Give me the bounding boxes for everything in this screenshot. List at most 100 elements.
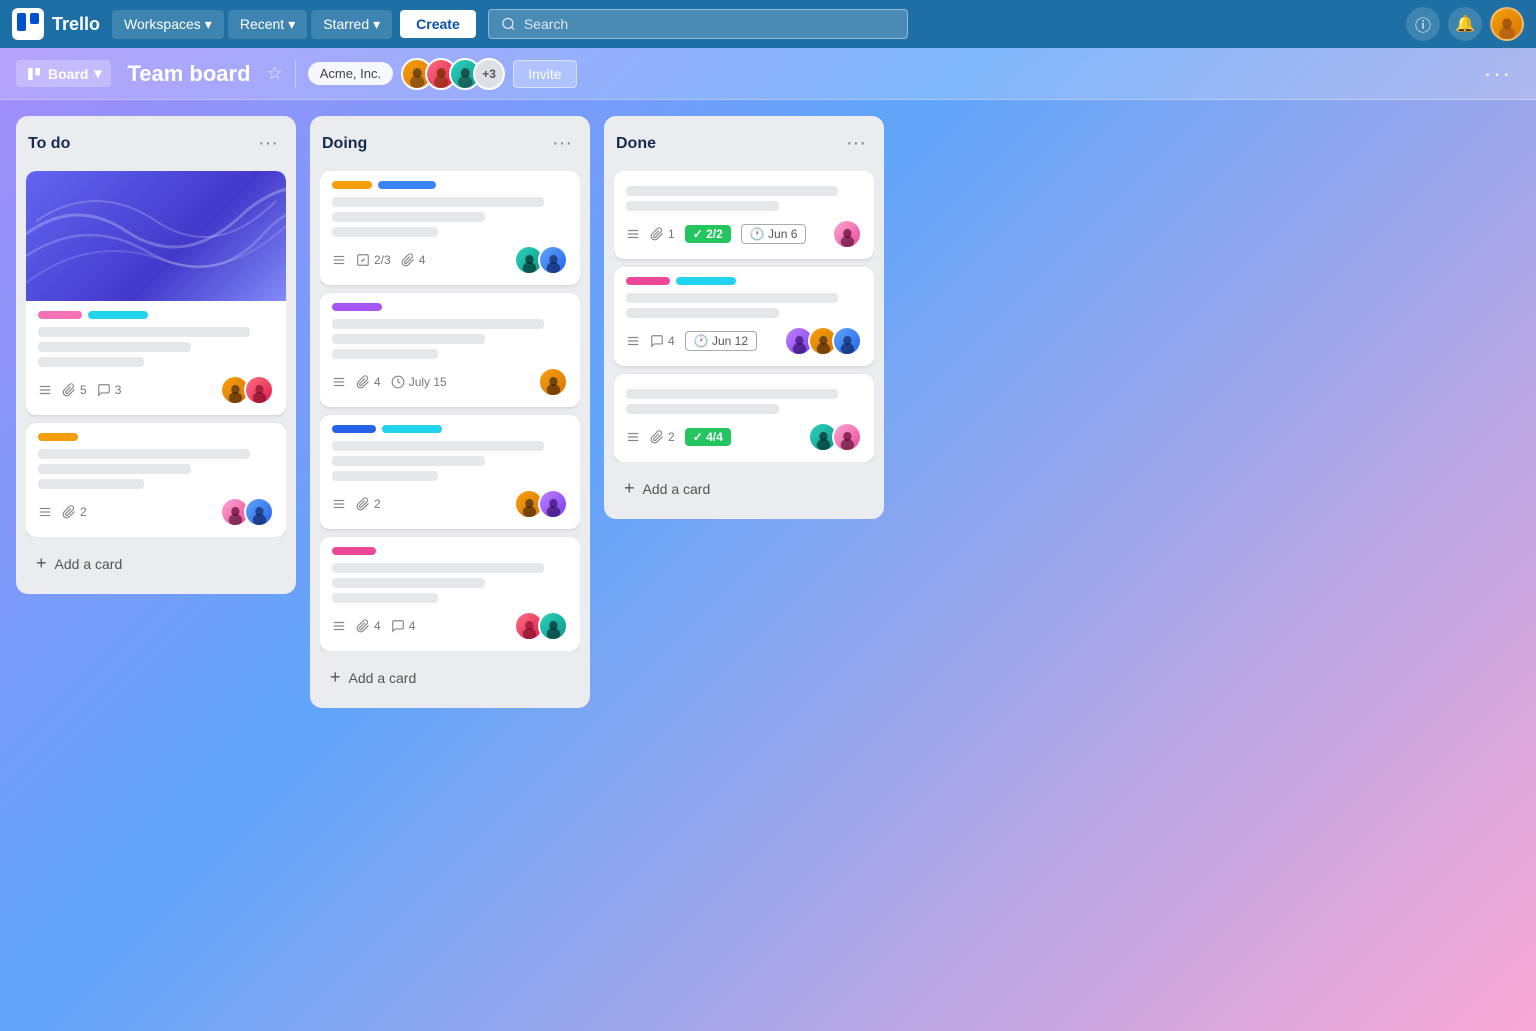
card-footer: 2 <box>38 497 274 527</box>
card-member[interactable] <box>538 367 568 397</box>
notifications-button[interactable]: 🔔 <box>1448 7 1482 41</box>
workspace-chip[interactable]: Acme, Inc. <box>308 62 393 85</box>
column-header: Doing ··· <box>320 128 580 163</box>
card-member[interactable] <box>538 489 568 519</box>
invite-button[interactable]: Invite <box>513 60 576 88</box>
user-avatar[interactable] <box>1490 7 1524 41</box>
board-view-button[interactable]: Board ▾ <box>16 60 111 87</box>
badge-green: ✓ 2/2 <box>685 225 731 243</box>
card-meta-description <box>332 619 346 633</box>
card-members <box>808 422 862 452</box>
card[interactable]: 44 <box>320 537 580 651</box>
member-avatars: +3 <box>401 58 505 90</box>
column-title: To do <box>28 135 70 153</box>
divider <box>295 60 296 88</box>
search-bar[interactable] <box>488 9 908 39</box>
topnav-right: ⓘ 🔔 <box>1406 7 1524 41</box>
column-menu-button[interactable]: ··· <box>546 130 578 157</box>
card-member[interactable] <box>538 611 568 641</box>
card-label <box>332 547 376 555</box>
add-card-button[interactable]: + Add a card <box>320 659 580 696</box>
card-labels <box>332 303 568 311</box>
card-text-line <box>38 357 144 367</box>
more-members-badge[interactable]: +3 <box>473 58 505 90</box>
card-member[interactable] <box>832 422 862 452</box>
column-header: To do ··· <box>26 128 286 163</box>
column-todo: To do ··· 53 2 + Add a card <box>16 116 296 594</box>
card-text-line <box>38 464 191 474</box>
card[interactable]: 2 <box>320 415 580 529</box>
card-meta-item: 3 <box>97 383 122 397</box>
board-icon <box>26 66 42 82</box>
column-title: Doing <box>322 135 367 153</box>
card[interactable]: 2/34 <box>320 171 580 285</box>
card-meta-description <box>626 430 640 444</box>
card-meta-item: 4 <box>391 619 416 633</box>
card-footer: 53 <box>38 375 274 405</box>
card-meta-description <box>626 227 640 241</box>
card-members <box>220 375 274 405</box>
recent-menu[interactable]: Recent ▾ <box>228 10 307 39</box>
card-text-line <box>332 334 485 344</box>
create-button[interactable]: Create <box>400 10 476 38</box>
card[interactable]: 4July 15 <box>320 293 580 407</box>
card-label <box>38 311 82 319</box>
card-text-line <box>38 449 250 459</box>
card-member[interactable] <box>538 245 568 275</box>
card-members <box>514 245 568 275</box>
card-body: 2 <box>26 423 286 537</box>
card-label <box>38 433 78 441</box>
card-meta-item: July 15 <box>391 375 447 389</box>
card-text-line <box>38 327 250 337</box>
badge-green: ✓ 4/4 <box>685 428 731 446</box>
card-member[interactable] <box>832 326 862 356</box>
card-footer: 1✓ 2/2🕐 Jun 6 <box>626 219 862 249</box>
card[interactable]: 1✓ 2/2🕐 Jun 6 <box>614 171 874 259</box>
card-footer: 4🕐 Jun 12 <box>626 326 862 356</box>
column-menu-button[interactable]: ··· <box>840 130 872 157</box>
card-label <box>88 311 148 319</box>
card-meta-item: 2 <box>62 505 87 519</box>
card-text-line <box>626 404 779 414</box>
cards-list: 53 2 <box>26 171 286 537</box>
card-text-line <box>332 349 438 359</box>
card-members <box>538 367 568 397</box>
card[interactable]: 2 <box>26 423 286 537</box>
board-more-button[interactable]: ··· <box>1476 57 1520 91</box>
card-member[interactable] <box>244 375 274 405</box>
card-body: 2/34 <box>320 171 580 285</box>
card[interactable]: 53 <box>26 171 286 415</box>
card[interactable]: 2✓ 4/4 <box>614 374 874 462</box>
cards-list: 2/344July 15244 <box>320 171 580 651</box>
card[interactable]: 4🕐 Jun 12 <box>614 267 874 366</box>
star-button[interactable]: ☆ <box>267 63 283 84</box>
column-header: Done ··· <box>614 128 874 163</box>
card-member[interactable] <box>832 219 862 249</box>
workspaces-menu[interactable]: Workspaces ▾ <box>112 10 224 39</box>
card-member[interactable] <box>244 497 274 527</box>
add-card-button[interactable]: + Add a card <box>26 545 286 582</box>
search-input[interactable] <box>524 16 895 32</box>
card-footer: 2 <box>332 489 568 519</box>
card-meta-item: 5 <box>62 383 87 397</box>
badge-outline: 🕐 Jun 12 <box>685 331 757 351</box>
card-text-line <box>332 578 485 588</box>
card-label <box>332 425 376 433</box>
card-text-line <box>332 197 544 207</box>
card-members <box>514 489 568 519</box>
card-meta-item: 4 <box>401 253 426 267</box>
card-text-line <box>332 212 485 222</box>
card-text-line <box>332 441 544 451</box>
card-meta-description <box>38 383 52 397</box>
add-card-button[interactable]: + Add a card <box>614 470 874 507</box>
starred-menu[interactable]: Starred ▾ <box>311 10 392 39</box>
card-text-line <box>332 563 544 573</box>
brand-name: Trello <box>52 14 100 35</box>
card-text-line <box>626 201 779 211</box>
info-button[interactable]: ⓘ <box>1406 7 1440 41</box>
card-label <box>378 181 436 189</box>
column-menu-button[interactable]: ··· <box>252 130 284 157</box>
card-text-line <box>626 308 779 318</box>
search-icon <box>501 16 516 32</box>
trello-logo[interactable]: Trello <box>12 8 100 40</box>
